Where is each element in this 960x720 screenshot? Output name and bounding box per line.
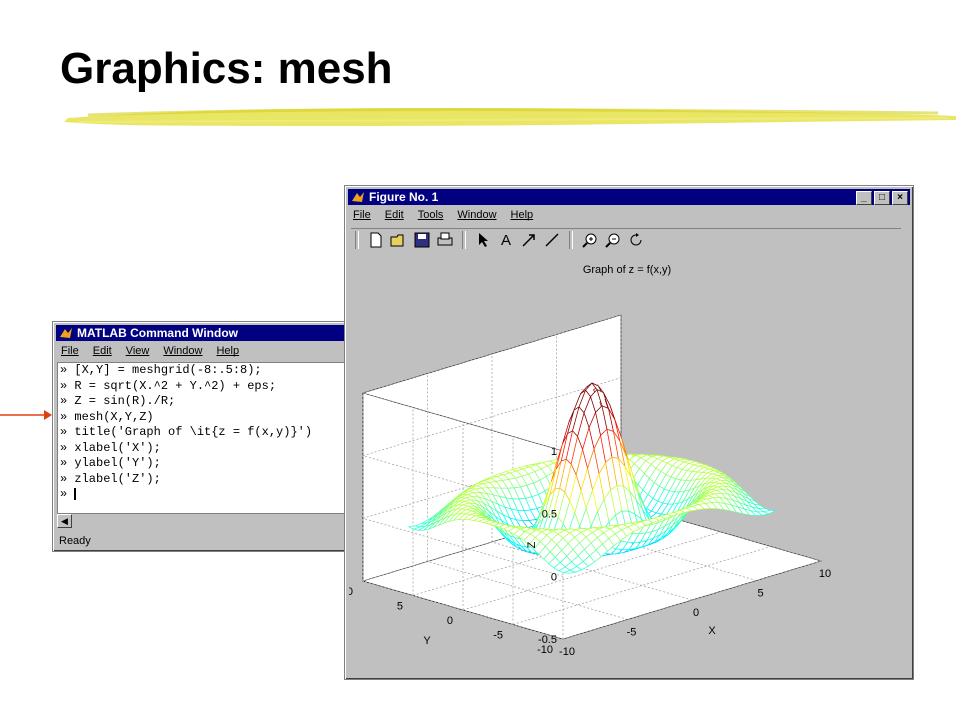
y-tick-label: 10: [349, 586, 353, 598]
scroll-left-icon[interactable]: ◀: [57, 514, 72, 528]
close-button[interactable]: ×: [892, 191, 908, 205]
figure-toolbar: A: [351, 228, 901, 251]
fig-menu-window[interactable]: Window: [457, 209, 496, 221]
console-line: » R = sqrt(X.^2 + Y.^2) + eps;: [60, 378, 277, 393]
cmd-menu-window[interactable]: Window: [163, 345, 202, 357]
print-icon[interactable]: [435, 230, 455, 250]
title-underline: [64, 108, 956, 126]
matlab-logo-icon: [352, 192, 364, 202]
arrow-icon[interactable]: [519, 230, 539, 250]
x-tick-label: 0: [693, 607, 699, 619]
text-icon[interactable]: A: [496, 230, 516, 250]
rotate-icon[interactable]: [626, 230, 646, 250]
x-tick-label: 5: [757, 588, 763, 600]
toolbar-separator: [569, 231, 573, 249]
line-icon[interactable]: [542, 230, 562, 250]
command-window-title: MATLAB Command Window: [77, 326, 238, 340]
toolbar-separator: [355, 231, 359, 249]
cmd-menu-view[interactable]: View: [126, 345, 150, 357]
fig-menu-edit[interactable]: Edit: [385, 209, 404, 221]
y-tick-label: -10: [537, 644, 553, 656]
x-tick-label: -10: [559, 646, 575, 658]
figure-titlebar[interactable]: Figure No. 1 _ □ ×: [348, 189, 910, 205]
x-tick-label: 10: [819, 568, 831, 580]
console-line: »: [60, 487, 77, 501]
slide-title: Graphics: mesh: [60, 44, 393, 93]
text-cursor: [74, 487, 77, 500]
zoom-out-icon[interactable]: [603, 230, 623, 250]
command-window[interactable]: MATLAB Command Window File Edit View Window…: [52, 321, 354, 552]
fig-menu-help[interactable]: Help: [511, 209, 534, 221]
horizontal-scrollbar[interactable]: ◀: [57, 513, 353, 528]
fig-menu-tools[interactable]: Tools: [418, 209, 444, 221]
z-tick-label: 0: [551, 571, 557, 583]
pointer-arrow: [0, 410, 52, 420]
figure-title: Figure No. 1: [369, 190, 439, 204]
figure-window[interactable]: Figure No. 1 _ □ × File Edit Tools Window He…: [344, 185, 914, 680]
cmd-menu-file[interactable]: File: [61, 345, 79, 357]
pointer-icon[interactable]: [473, 230, 493, 250]
cmd-menu-help[interactable]: Help: [216, 345, 239, 357]
mesh-plot[interactable]: -0.500.51-10-50510-10-50510XYZGraph of z…: [349, 254, 907, 674]
command-menubar: File Edit View Window Help: [57, 342, 239, 360]
chart-title: Graph of z = f(x,y): [583, 264, 671, 276]
command-window-titlebar[interactable]: MATLAB Command Window: [56, 325, 350, 341]
x-tick-label: -5: [627, 627, 637, 639]
status-text: Ready: [59, 535, 91, 547]
z-axis-label: Z: [526, 541, 538, 548]
console-line: » xlabel('X');: [60, 440, 161, 455]
y-tick-label: 5: [397, 601, 403, 613]
y-tick-label: 0: [447, 615, 453, 627]
x-axis-label: X: [708, 625, 716, 637]
y-tick-label: -5: [493, 630, 503, 642]
console-line: » title('Graph of \it{z = f(x,y)}'): [60, 425, 313, 439]
console-line: » [X,Y] = meshgrid(-8:.5:8);: [60, 363, 262, 377]
minimize-button[interactable]: _: [856, 191, 872, 205]
figure-menubar: File Edit Tools Window Help: [349, 206, 533, 224]
maximize-button[interactable]: □: [874, 191, 890, 205]
toolbar-separator: [462, 231, 466, 249]
new-file-icon[interactable]: [366, 230, 386, 250]
matlab-logo-icon: [60, 328, 72, 338]
console-line: » Z = sin(R)./R;: [60, 394, 176, 408]
save-icon[interactable]: [412, 230, 432, 250]
cmd-menu-edit[interactable]: Edit: [93, 345, 112, 357]
console-line: » ylabel('Y');: [60, 456, 161, 470]
zoom-in-icon[interactable]: [580, 230, 600, 250]
fig-menu-file[interactable]: File: [353, 209, 371, 221]
y-axis-label: Y: [423, 635, 431, 647]
z-tick-label: 0.5: [542, 509, 557, 521]
open-folder-icon[interactable]: [389, 230, 409, 250]
console-line: » zlabel('Z');: [60, 471, 161, 486]
command-console[interactable]: » [X,Y] = meshgrid(-8:.5:8);» R = sqrt(X…: [57, 362, 353, 514]
z-tick-label: 1: [551, 446, 557, 458]
console-line: » mesh(X,Y,Z): [60, 409, 154, 424]
